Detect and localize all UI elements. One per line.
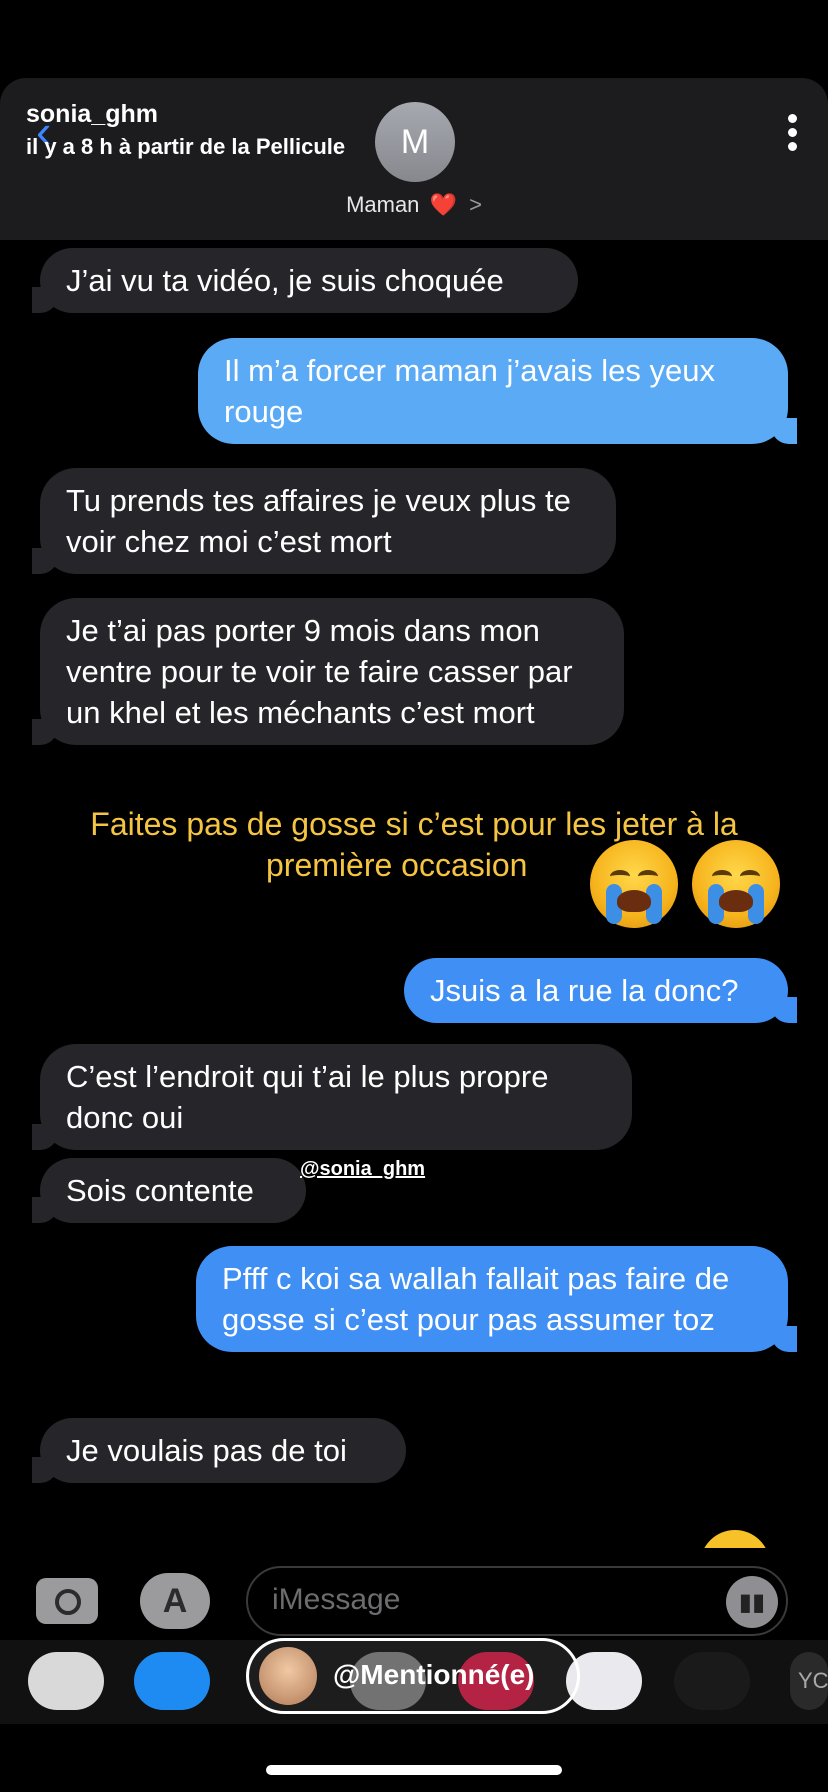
story-screen: ‹ sonia_ghm il y a 8 h à partir de la Pe…	[0, 0, 828, 1792]
message-outgoing: Il m’a forcer maman j’avais les yeux rou…	[198, 338, 797, 444]
partial-app-icon[interactable]: YC	[790, 1652, 828, 1710]
story-top-bar	[0, 0, 828, 78]
more-options-icon[interactable]	[788, 114, 798, 152]
contact-name: Maman	[346, 192, 420, 217]
conversation-header: ‹ sonia_ghm il y a 8 h à partir de la Pe…	[0, 78, 828, 240]
imessage-placeholder: iMessage	[272, 1583, 401, 1616]
camera-icon[interactable]	[36, 1578, 98, 1624]
imessage-screenshot: ‹ sonia_ghm il y a 8 h à partir de la Pe…	[0, 78, 828, 1724]
message-incoming: Sois contente	[32, 1158, 306, 1223]
message-outgoing: Pfff c koi sa wallah fallait pas faire d…	[196, 1246, 797, 1352]
message-incoming: C’est l’endroit qui t’ai le plus propre …	[32, 1044, 632, 1150]
bitmoji-avatar-icon	[259, 1647, 317, 1705]
crying-face-emoji-icon	[692, 840, 780, 928]
contact-name-row[interactable]: Maman ❤️ >	[0, 192, 828, 218]
photos-icon[interactable]	[28, 1652, 104, 1710]
chevron-right-icon: >	[469, 192, 482, 217]
story-meta: il y a 8 h à partir de la Pellicule	[26, 134, 346, 159]
mention-pill-label: @Mentionné(e)	[333, 1659, 535, 1690]
heart-icon: ❤️	[429, 192, 457, 217]
app-store-icon[interactable]	[134, 1652, 210, 1710]
story-username[interactable]: sonia_ghm	[26, 100, 158, 129]
mention-sticker-pill[interactable]: @Mentionné(e)	[246, 1638, 580, 1714]
imessage-input[interactable]: iMessage ▮▮	[246, 1566, 788, 1636]
audio-waveform-icon[interactable]: ▮▮	[726, 1576, 778, 1628]
message-incoming: Tu prends tes affaires je veux plus te v…	[32, 468, 616, 574]
caption-line-1: Faites pas de gosse si c’est pour les je…	[90, 806, 738, 842]
crying-face-emoji-icon	[590, 840, 678, 928]
message-incoming: J’ai vu ta vidéo, je suis choquée	[32, 248, 578, 313]
avatar-initial: M	[400, 122, 430, 161]
app-store-button-icon[interactable]: A	[140, 1573, 210, 1629]
heart-app-icon[interactable]	[674, 1652, 750, 1710]
mention-tag[interactable]: @sonia_ghm	[300, 1158, 425, 1181]
message-outgoing: Jsuis a la rue la donc?	[404, 958, 797, 1023]
message-incoming: Je voulais pas de toi	[32, 1418, 406, 1483]
contact-avatar[interactable]: M	[375, 102, 455, 182]
message-incoming: Je t’ai pas porter 9 mois dans mon ventr…	[32, 598, 624, 745]
home-indicator[interactable]	[266, 1765, 562, 1775]
